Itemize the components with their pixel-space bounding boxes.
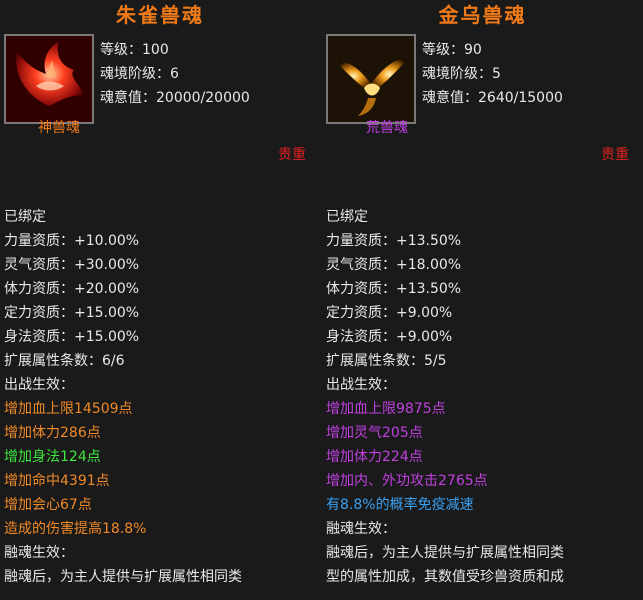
phoenix-icon (6, 36, 92, 122)
attribute-line: 增加命中4391点 (4, 473, 110, 489)
beast-soul-title: 金乌兽魂 (438, 3, 527, 27)
beast-soul-portrait[interactable] (326, 34, 416, 124)
attribute-line: 定力资质：+15.00% (4, 305, 140, 321)
attribute-line: 灵气资质：+18.00% (326, 257, 462, 273)
rarity-label: 贵重 (601, 147, 629, 163)
attribute-line: 融魂生效： (326, 521, 396, 537)
attribute-line: 力量资质：+10.00% (4, 233, 140, 249)
rarity-label: 贵重 (278, 147, 306, 163)
tooltip-comparison: 朱雀兽魂 等级：100 魂境阶级：6 魂意值：20000/20000 神兽魂 贵… (0, 0, 643, 600)
soul-realm-text: 魂境阶级：5 (422, 66, 501, 82)
level-text: 等级：90 (422, 42, 482, 58)
attribute-line: 型的属性加成，其数值受珍兽资质和成 (326, 569, 564, 585)
attribute-line: 身法资质：+9.00% (326, 329, 453, 345)
attribute-line: 融魂生效： (4, 545, 74, 561)
beast-soul-stats: 等级：90 魂境阶级：5 魂意值：2640/15000 (422, 38, 563, 110)
attribute-line: 增加体力224点 (326, 449, 423, 465)
attribute-line: 已绑定 (4, 209, 46, 225)
beast-soul-stats: 等级：100 魂境阶级：6 魂意值：20000/20000 (100, 38, 250, 110)
beast-soul-attributes: 已绑定力量资质：+13.50% 灵气资质：+18.00% 体力资质：+13.50% 定… (326, 205, 643, 589)
beast-soul-portrait[interactable] (4, 34, 94, 124)
beast-soul-attributes: 已绑定力量资质：+10.00% 灵气资质：+30.00% 体力资质：+20.00% 定… (4, 205, 320, 589)
attribute-line: 力量资质：+13.50% (326, 233, 462, 249)
beast-soul-panel-right: 金乌兽魂 等级：90 魂境阶级：5 魂意值：2640/15000 荒兽魂 贵重 … (322, 0, 643, 600)
attribute-line: 已绑定 (326, 209, 368, 225)
attribute-line: 增加身法124点 (4, 449, 101, 465)
attribute-line: 增加体力286点 (4, 425, 101, 441)
attribute-line: 扩展属性条数：5/5 (326, 353, 447, 369)
soul-type-label: 荒兽魂 (366, 120, 408, 136)
attribute-line: 定力资质：+9.00% (326, 305, 453, 321)
attribute-line: 扩展属性条数：6/6 (4, 353, 125, 369)
attribute-line: 出战生效： (4, 377, 74, 393)
attribute-line: 出战生效： (326, 377, 396, 393)
attribute-line: 增加血上限14509点 (4, 401, 133, 417)
attribute-line: 身法资质：+15.00% (4, 329, 140, 345)
attribute-line: 增加血上限9875点 (326, 401, 446, 417)
level-text: 等级：100 (100, 42, 169, 58)
attribute-line: 有8.8%的概率免疫减速 (326, 497, 474, 513)
golden-crow-icon (328, 36, 414, 122)
attribute-line: 增加会心67点 (4, 497, 92, 513)
attribute-line: 体力资质：+20.00% (4, 281, 140, 297)
attribute-line: 增加灵气205点 (326, 425, 423, 441)
attribute-line: 造成的伤害提高18.8% (4, 521, 147, 537)
soul-will-text: 魂意值：2640/15000 (422, 90, 563, 106)
soul-realm-text: 魂境阶级：6 (100, 66, 179, 82)
attribute-line: 融魂后，为主人提供与扩展属性相同类 (4, 569, 242, 585)
attribute-line: 体力资质：+13.50% (326, 281, 462, 297)
soul-type-label: 神兽魂 (38, 120, 80, 136)
attribute-line: 融魂后，为主人提供与扩展属性相同类 (326, 545, 564, 561)
attribute-line: 灵气资质：+30.00% (4, 257, 140, 273)
beast-soul-panel-left: 朱雀兽魂 等级：100 魂境阶级：6 魂意值：20000/20000 神兽魂 贵… (0, 0, 320, 600)
soul-will-text: 魂意值：20000/20000 (100, 90, 250, 106)
attribute-line: 增加内、外功攻击2765点 (326, 473, 488, 489)
beast-soul-title: 朱雀兽魂 (116, 3, 204, 27)
